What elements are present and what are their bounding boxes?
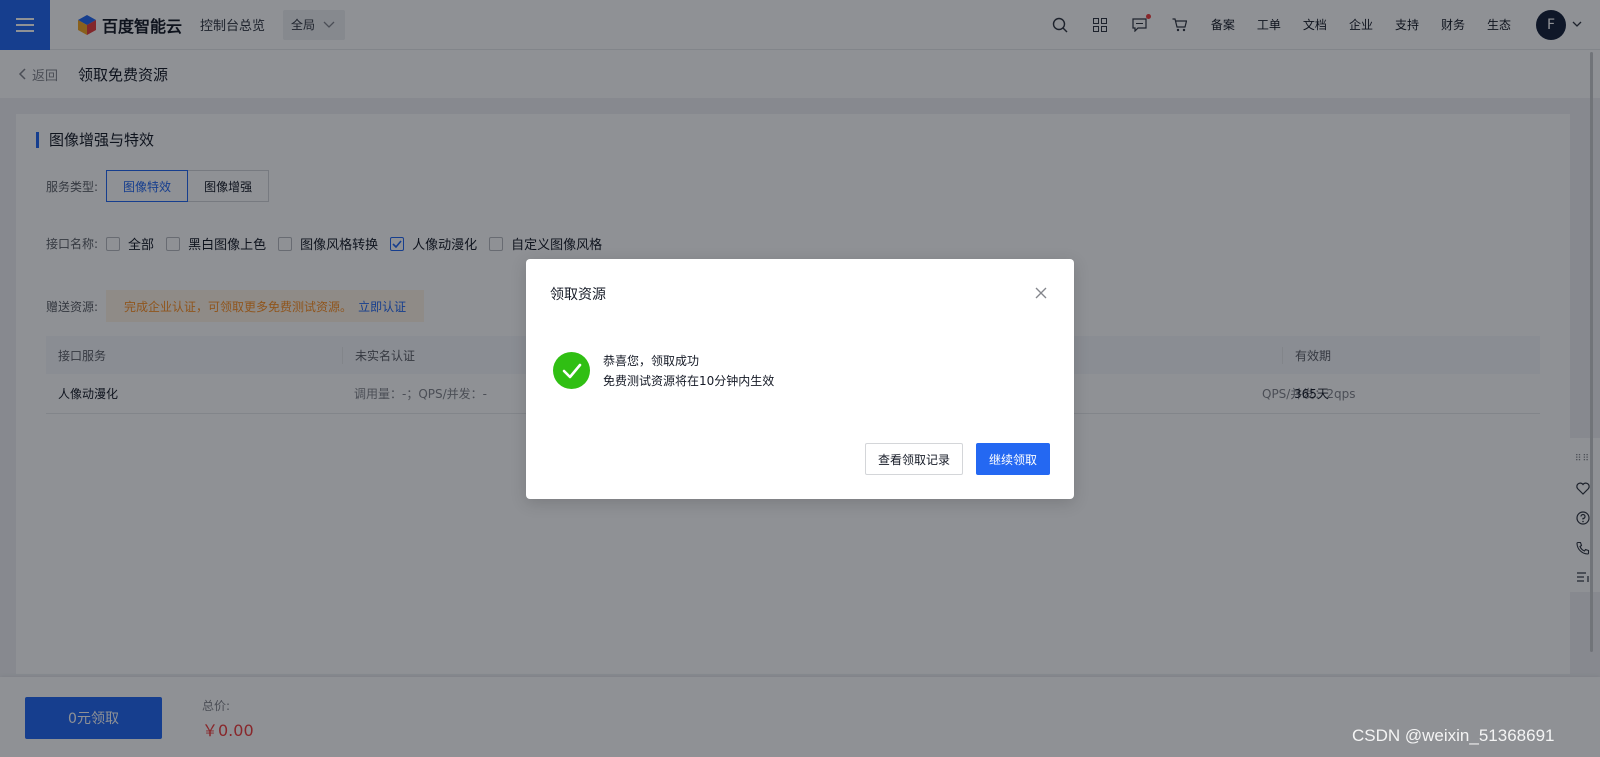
dialog-title: 领取资源 <box>550 287 606 303</box>
view-records-button[interactable]: 查看领取记录 <box>865 443 963 475</box>
watermark: CSDN @weixin_51368691 <box>1352 726 1555 745</box>
continue-claim-button[interactable]: 继续领取 <box>976 443 1050 475</box>
claim-resource-dialog: 领取资源 恭喜您，领取成功 免费测试资源将在10分钟内生效 查看领取记录 继续领… <box>526 259 1074 499</box>
close-icon[interactable] <box>1034 286 1048 300</box>
success-message-subtitle: 免费测试资源将在10分钟内生效 <box>603 374 775 388</box>
success-check-icon <box>553 352 590 389</box>
success-message-title: 恭喜您，领取成功 <box>603 354 700 368</box>
checkmark-icon <box>562 363 581 378</box>
